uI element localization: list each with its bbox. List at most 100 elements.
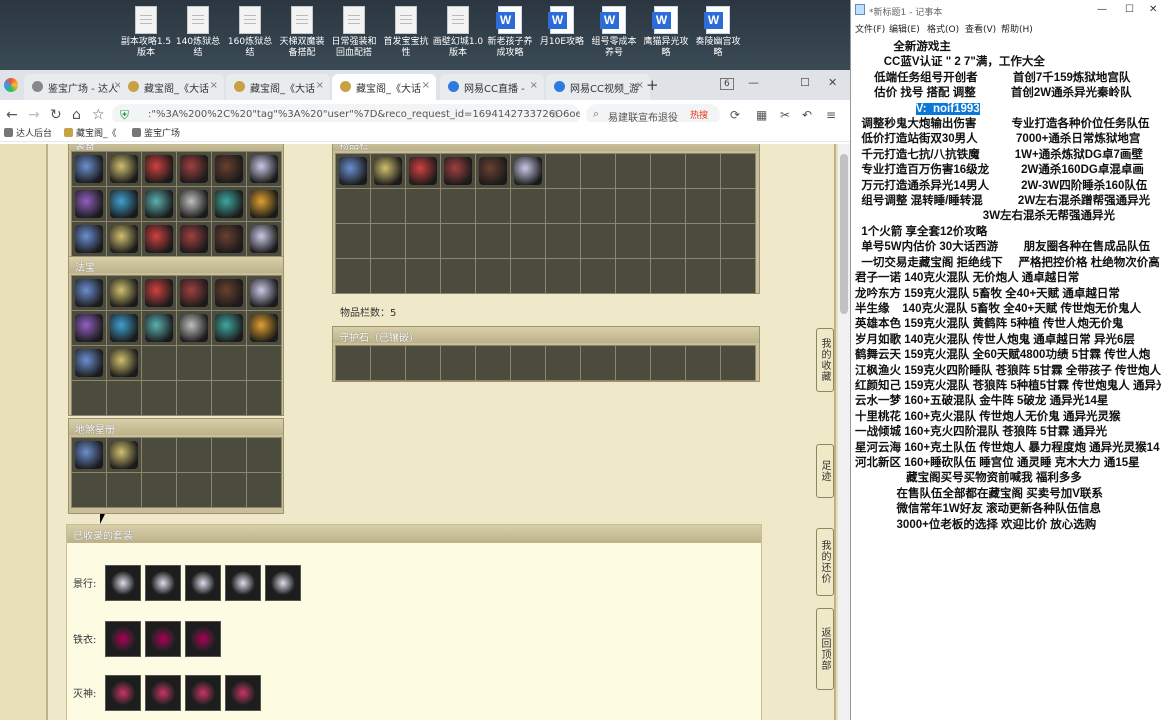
item-slot[interactable] xyxy=(406,346,440,380)
item-slot[interactable] xyxy=(441,346,475,380)
item-slot[interactable] xyxy=(212,473,246,507)
item-slot[interactable] xyxy=(721,224,755,258)
item-slot[interactable] xyxy=(177,381,211,415)
item-slot[interactable] xyxy=(721,346,755,380)
item-slot[interactable] xyxy=(247,311,281,345)
item-slot[interactable] xyxy=(72,187,106,221)
item-slot[interactable] xyxy=(142,438,176,472)
item-slot[interactable] xyxy=(476,154,510,188)
item-slot[interactable] xyxy=(336,224,370,258)
window-maximize-icon[interactable]: ☐ xyxy=(800,76,810,89)
item-slot[interactable] xyxy=(511,224,545,258)
item-slot[interactable] xyxy=(511,346,545,380)
item-slot[interactable] xyxy=(107,438,141,472)
item-slot[interactable] xyxy=(441,154,475,188)
item-slot[interactable] xyxy=(686,224,720,258)
item-slot[interactable] xyxy=(546,224,580,258)
desktop-icon[interactable]: W 月10E攻略 xyxy=(536,6,588,48)
item-slot[interactable] xyxy=(142,187,176,221)
menu-icon[interactable]: ≡ xyxy=(826,107,836,123)
item-slot[interactable] xyxy=(476,189,510,223)
item-slot[interactable] xyxy=(511,259,545,293)
item-slot[interactable] xyxy=(371,224,405,258)
item-slot[interactable] xyxy=(247,346,281,380)
item-slot[interactable] xyxy=(686,259,720,293)
browser-tab[interactable]: 藏宝阁_《大话 × xyxy=(120,74,224,100)
suit-item-icon[interactable] xyxy=(185,675,221,711)
item-slot[interactable] xyxy=(177,346,211,380)
suit-item-icon[interactable] xyxy=(105,675,141,711)
side-button[interactable]: 返回顶部 xyxy=(816,608,834,690)
item-slot[interactable] xyxy=(406,224,440,258)
item-slot[interactable] xyxy=(142,381,176,415)
item-slot[interactable] xyxy=(371,346,405,380)
item-slot[interactable] xyxy=(72,152,106,186)
browser-tab[interactable]: 网易CC视频_游 × xyxy=(546,74,650,100)
browser-logo-icon[interactable] xyxy=(4,78,18,92)
desktop-icon[interactable]: 首发宝宝抗性 xyxy=(380,6,432,59)
item-slot[interactable] xyxy=(107,187,141,221)
item-slot[interactable] xyxy=(177,222,211,256)
window-close-icon[interactable]: ✕ xyxy=(828,76,837,89)
bookmark-star-icon[interactable]: ☆ xyxy=(92,107,105,123)
hot-search-badge[interactable]: 热搜 xyxy=(690,108,708,121)
item-slot[interactable] xyxy=(511,189,545,223)
suit-item-icon[interactable] xyxy=(225,675,261,711)
desktop-icon[interactable]: 日常强装和回血配搭 xyxy=(328,6,380,59)
item-slot[interactable] xyxy=(616,189,650,223)
item-slot[interactable] xyxy=(546,346,580,380)
item-slot[interactable] xyxy=(212,311,246,345)
suit-item-icon[interactable] xyxy=(105,621,141,657)
notepad-menu-item[interactable]: 查看(V) xyxy=(965,22,996,35)
item-slot[interactable] xyxy=(247,152,281,186)
item-slot[interactable] xyxy=(72,311,106,345)
item-slot[interactable] xyxy=(546,189,580,223)
item-slot[interactable] xyxy=(107,381,141,415)
desktop-icon[interactable]: 副本攻略1.5版本 xyxy=(120,6,172,59)
item-slot[interactable] xyxy=(107,152,141,186)
item-slot[interactable] xyxy=(581,346,615,380)
desktop-icon[interactable]: W 奏陵幽宫攻略 xyxy=(692,6,744,59)
item-slot[interactable] xyxy=(177,438,211,472)
item-slot[interactable] xyxy=(72,438,106,472)
item-slot[interactable] xyxy=(721,189,755,223)
refresh-icon[interactable]: ↻ xyxy=(50,107,62,123)
minimize-icon[interactable]: — xyxy=(1097,4,1107,15)
item-slot[interactable] xyxy=(142,152,176,186)
star-icon[interactable]: ☆ xyxy=(550,108,560,121)
item-slot[interactable] xyxy=(651,189,685,223)
item-slot[interactable] xyxy=(616,346,650,380)
item-slot[interactable] xyxy=(177,276,211,310)
notepad-menu-item[interactable]: 格式(O) xyxy=(927,22,959,35)
item-slot[interactable] xyxy=(651,259,685,293)
close-icon[interactable]: ✕ xyxy=(1149,4,1157,15)
item-slot[interactable] xyxy=(651,224,685,258)
item-slot[interactable] xyxy=(476,346,510,380)
desktop-icon[interactable]: W 组号零成本养号 xyxy=(588,6,640,59)
item-slot[interactable] xyxy=(212,346,246,380)
item-slot[interactable] xyxy=(336,346,370,380)
new-tab-button[interactable]: + xyxy=(646,76,659,94)
tab-count-badge[interactable]: 6 xyxy=(720,78,734,90)
item-slot[interactable] xyxy=(581,224,615,258)
back-icon[interactable]: ← xyxy=(6,107,18,123)
item-slot[interactable] xyxy=(581,189,615,223)
undo-icon[interactable]: ↶ xyxy=(802,107,812,123)
notepad-menu-item[interactable]: 帮助(H) xyxy=(1001,22,1033,35)
suit-item-icon[interactable] xyxy=(225,565,261,601)
home-icon[interactable]: ⌂ xyxy=(72,107,81,123)
item-slot[interactable] xyxy=(686,346,720,380)
desktop-icon[interactable]: 天梯双魔装备搭配 xyxy=(276,6,328,59)
item-slot[interactable] xyxy=(476,224,510,258)
item-slot[interactable] xyxy=(177,311,211,345)
bookmark-item[interactable]: 达人后台 xyxy=(4,126,52,139)
desktop-icon[interactable]: 画壁幻城1.0版本 xyxy=(432,6,484,59)
item-slot[interactable] xyxy=(72,346,106,380)
suit-item-icon[interactable] xyxy=(145,565,181,601)
item-slot[interactable] xyxy=(142,222,176,256)
item-slot[interactable] xyxy=(616,259,650,293)
item-slot[interactable] xyxy=(651,154,685,188)
item-slot[interactable] xyxy=(212,381,246,415)
item-slot[interactable] xyxy=(107,473,141,507)
item-slot[interactable] xyxy=(107,222,141,256)
